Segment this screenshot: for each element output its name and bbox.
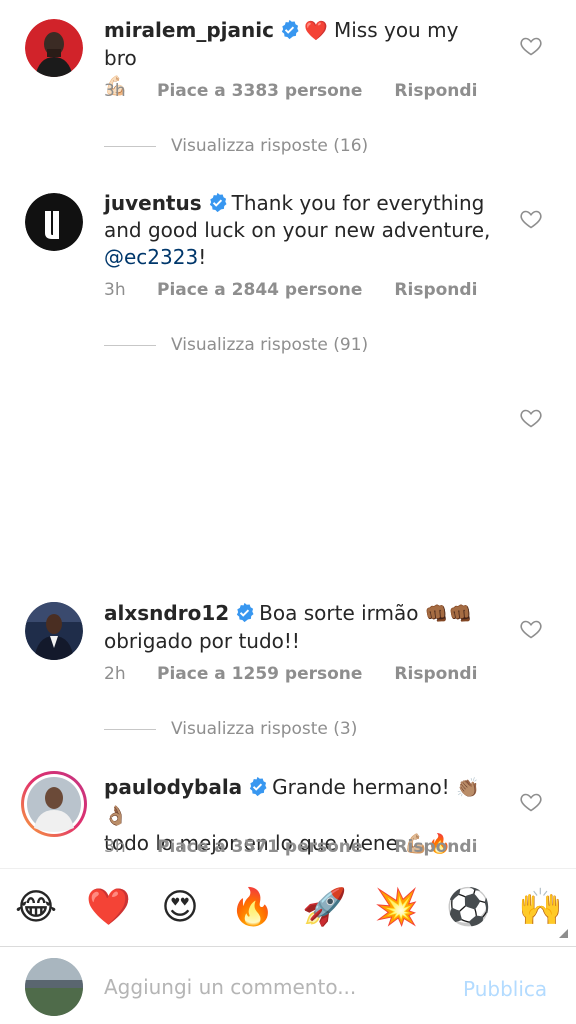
- likes-count[interactable]: Piace a 3383 persone: [157, 81, 362, 101]
- view-replies-button[interactable]: Visualizza risposte (91): [104, 335, 368, 355]
- comment-composer: Pubblica: [0, 946, 576, 1024]
- emoji-heart-icon[interactable]: ❤️: [86, 886, 131, 930]
- avatar-image: [25, 19, 83, 77]
- emoji-collision-icon[interactable]: 💥: [374, 886, 419, 930]
- comment-alxsndro12: alxsndro12 Boa sorte irmão 👊🏾👊🏾 obrigado p…: [0, 590, 576, 720]
- comment-miralem-pjanic: miralem_pjanic ❤️ Miss you my bro 💪🏻 3h Pia…: [0, 0, 576, 130]
- view-replies-button[interactable]: Visualizza risposte (16): [104, 136, 368, 156]
- reply-button[interactable]: Rispondi: [394, 837, 477, 857]
- emoji-rocket-icon[interactable]: 🚀: [302, 886, 347, 930]
- comment-paulodybala: paulodybala Grande hermano! 👏🏽👌🏽 todo lo m…: [0, 760, 576, 868]
- emoji-fire-icon[interactable]: 🔥: [230, 886, 275, 930]
- avatar-image: [25, 958, 83, 1016]
- like-heart-icon[interactable]: [519, 790, 543, 814]
- comment-input[interactable]: [104, 969, 444, 1005]
- avatar[interactable]: [25, 19, 83, 77]
- current-user-avatar: [25, 958, 83, 1016]
- comment-body-trail: !: [198, 245, 207, 269]
- reply-button[interactable]: Rispondi: [394, 280, 477, 300]
- comment-body-line2: obrigado por tudo!!: [104, 629, 300, 653]
- comment-text: alxsndro12 Boa sorte irmão 👊🏾👊🏾 obrigado p…: [104, 600, 496, 655]
- comment-meta: 3h Piace a 3571 persone Rispondi: [104, 837, 477, 857]
- emoji-soccer-ball-icon[interactable]: ⚽: [446, 886, 491, 930]
- avatar[interactable]: [25, 193, 83, 251]
- view-replies-label: Visualizza risposte (3): [171, 719, 358, 739]
- comment-body-line2: and good luck on your new adventure,: [104, 218, 491, 242]
- comment-time: 3h: [104, 280, 126, 300]
- view-replies-button[interactable]: Visualizza risposte (3): [104, 719, 357, 739]
- like-heart-icon[interactable]: [519, 207, 543, 231]
- like-heart-icon[interactable]: [519, 617, 543, 641]
- verified-badge-icon: [209, 192, 227, 213]
- comment-juventus: juventus Thank you for everything and good…: [0, 180, 576, 320]
- username[interactable]: paulodybala: [104, 775, 242, 799]
- like-heart-icon[interactable]: [519, 406, 543, 430]
- view-replies-label: Visualizza risposte (91): [171, 335, 369, 355]
- comment-meta: 2h Piace a 1259 persone Rispondi: [104, 664, 477, 684]
- comment-meta: 3h Piace a 2844 persone Rispondi: [104, 280, 477, 300]
- comment-body: Boa sorte irmão: [259, 601, 419, 625]
- verified-badge-icon: [237, 602, 254, 623]
- verified-badge-icon: [250, 776, 267, 797]
- emoji-heart-eyes-icon[interactable]: 😍: [158, 886, 202, 930]
- quick-emoji-bar: 😂 ❤️ 😍 🔥 🚀 💥 ⚽ 🙌: [0, 868, 576, 946]
- avatar-image: [21, 771, 87, 837]
- comment-time: 3h: [104, 837, 126, 857]
- comment-body-line1: Thank you for everything: [231, 191, 485, 215]
- avatar-story-ring[interactable]: [20, 770, 88, 838]
- avatar[interactable]: [25, 602, 83, 660]
- username[interactable]: miralem_pjanic: [104, 18, 274, 42]
- fist-bump-emoji: 👊🏾👊🏾: [424, 603, 473, 625]
- divider-line: [104, 344, 156, 346]
- comment-time: 3h: [104, 81, 126, 101]
- avatar-image: [25, 602, 83, 660]
- comment-meta: 3h Piace a 3383 persone Rispondi: [104, 81, 477, 101]
- heart-emoji: ❤️: [303, 20, 328, 42]
- likes-count[interactable]: Piace a 1259 persone: [157, 664, 362, 684]
- comment-body: Grande hermano!: [272, 775, 450, 799]
- verified-badge-icon: [281, 19, 299, 40]
- emoji-raised-hands-icon[interactable]: 🙌: [518, 886, 563, 930]
- like-heart-icon[interactable]: [519, 34, 543, 58]
- reply-button[interactable]: Rispondi: [394, 664, 477, 684]
- mention-link[interactable]: @ec2323: [104, 245, 198, 269]
- reply-button[interactable]: Rispondi: [394, 81, 477, 101]
- publish-button[interactable]: Pubblica: [463, 977, 547, 1001]
- likes-count[interactable]: Piace a 3571 persone: [157, 837, 362, 857]
- juventus-logo-icon: [25, 193, 83, 251]
- username[interactable]: juventus: [104, 191, 202, 215]
- divider-line: [104, 145, 156, 147]
- likes-count[interactable]: Piace a 2844 persone: [157, 280, 362, 300]
- view-replies-label: Visualizza risposte (16): [171, 136, 369, 156]
- comment-text: juventus Thank you for everything and good…: [104, 190, 496, 271]
- emoji-tears-of-joy-icon[interactable]: 😂: [14, 886, 58, 930]
- divider-line: [104, 728, 156, 730]
- comment-time: 2h: [104, 664, 126, 684]
- resize-corner-icon: [559, 929, 568, 938]
- username[interactable]: alxsndro12: [104, 601, 229, 625]
